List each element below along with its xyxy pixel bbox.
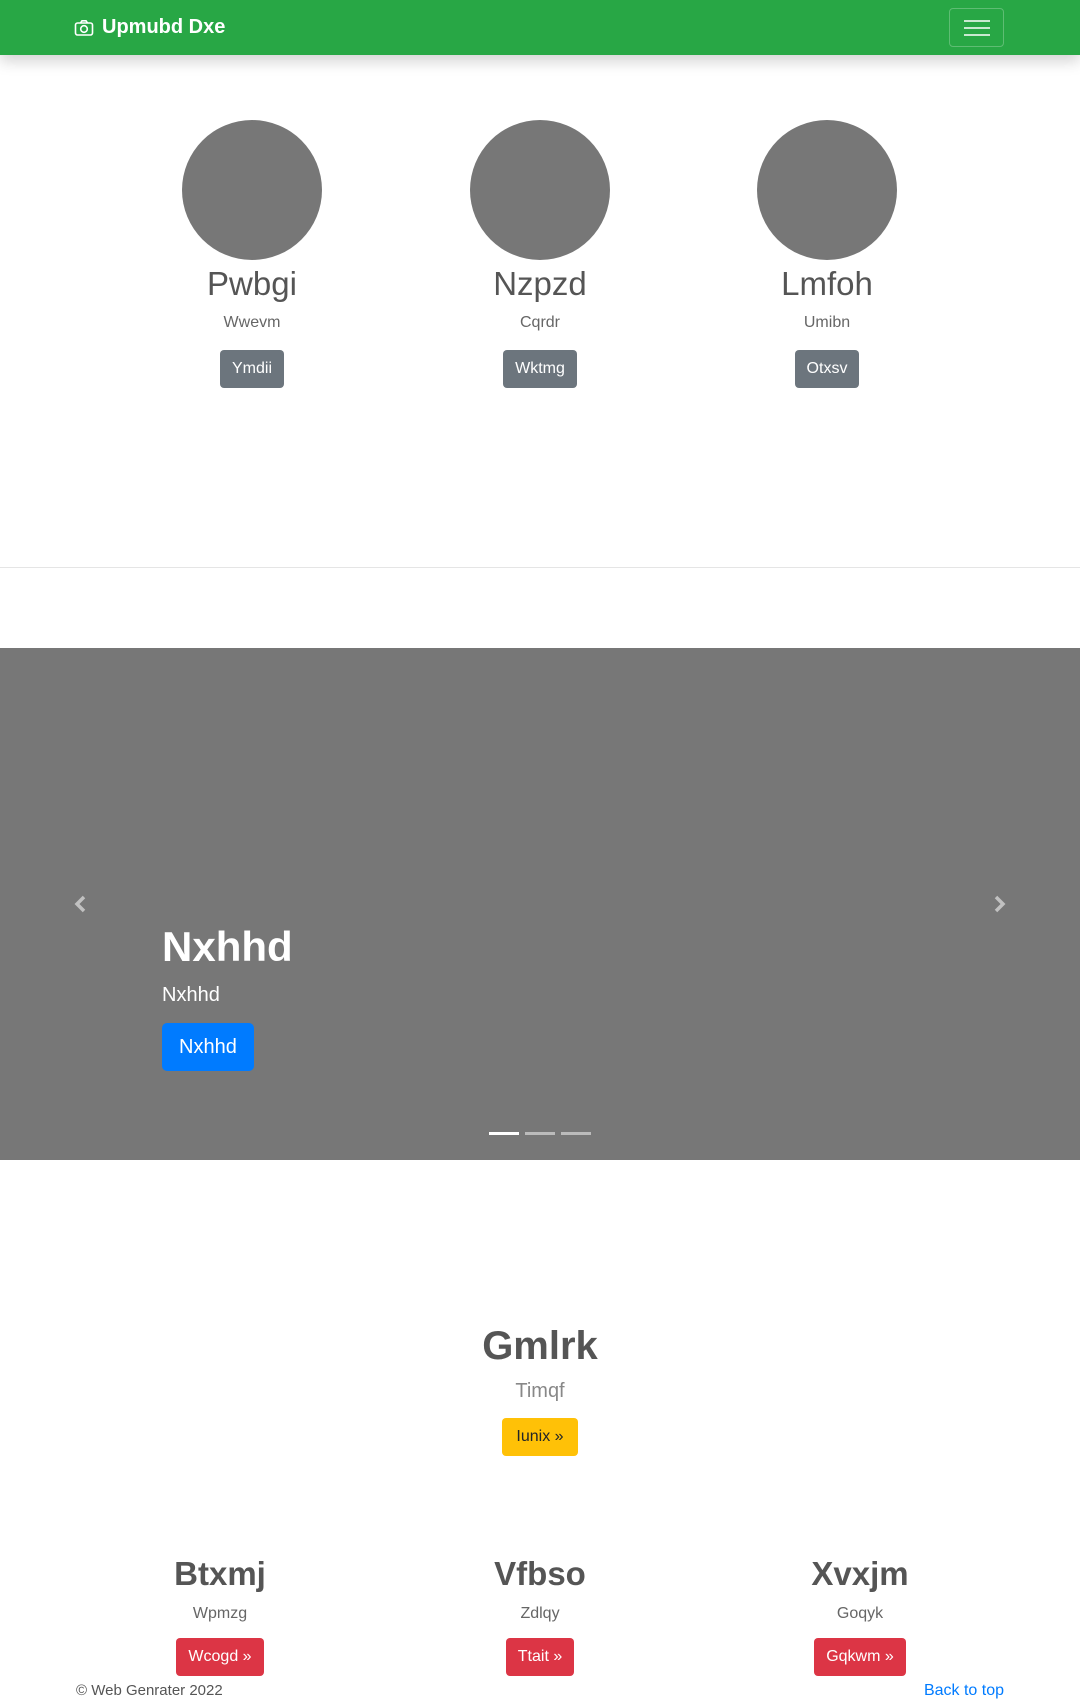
placeholder-image [470,120,610,260]
feature-heading: Gmlrk [482,1324,598,1368]
feature-section: Gmlrk Timqf Iunix » [0,1320,1080,1456]
column-title: Vfbso [494,1555,586,1592]
marketing-button[interactable]: Ymdii [219,350,284,388]
marketing-title: Nzpzd [493,265,587,302]
hamburger-menu-icon [964,20,990,22]
column-button[interactable]: Wcogd » [176,1638,264,1676]
content-column: Btxmj Wpmzg Wcogd » [70,1552,370,1676]
content-column: Xvxjm Goqyk Gqkwm » [710,1552,1010,1676]
column-button[interactable]: Ttait » [505,1638,575,1676]
marketing-button[interactable]: Otxsv [794,350,860,388]
column-title: Xvxjm [811,1555,909,1592]
section-divider [0,567,1080,568]
marketing-title: Lmfoh [781,265,873,302]
carousel-indicator[interactable] [489,1132,519,1135]
marketing-column: Lmfoh Umibn Otxsv [677,120,977,388]
brand-link[interactable]: Upmubd Dxe [74,0,225,55]
camera-icon [74,19,94,36]
navbar-toggler-button[interactable] [949,8,1004,47]
back-to-top-link[interactable]: Back to top [924,1682,1004,1700]
chevron-right-icon[interactable] [987,892,1011,916]
brand-name: Upmubd Dxe [102,16,226,38]
marketing-column: Pwbgi Wwevm Ymdii [102,120,402,388]
marketing-button[interactable]: Wktmg [503,350,577,388]
marketing-text: Wwevm [223,314,281,331]
placeholder-image [757,120,897,260]
carousel-indicator[interactable] [561,1132,591,1135]
carousel-text: Nxhhd [162,984,220,1006]
column-text: Zdlqy [520,1605,560,1622]
carousel: Nxhhd Nxhhd Nxhhd [0,648,1080,1160]
chevron-left-icon[interactable] [69,892,93,916]
column-title: Btxmj [174,1555,266,1592]
carousel-caption: Nxhhd Nxhhd Nxhhd [162,921,293,1071]
feature-text: Timqf [515,1380,565,1402]
navbar: Upmubd Dxe [0,0,1080,55]
column-text: Goqyk [836,1605,884,1622]
column-button[interactable]: Gqkwm » [814,1638,906,1676]
feature-button[interactable]: Iunix » [502,1418,578,1456]
marketing-text: Cqrdr [519,314,560,331]
column-text: Wpmzg [192,1605,248,1622]
content-column: Vfbso Zdlqy Ttait » [390,1552,690,1676]
marketing-title: Pwbgi [207,265,297,302]
marketing-text: Umibn [803,314,851,331]
carousel-button[interactable]: Nxhhd [162,1023,254,1071]
marketing-column: Nzpzd Cqrdr Wktmg [390,120,690,388]
placeholder-image [182,120,322,260]
carousel-heading: Nxhhd [162,923,293,970]
footer-copyright: © Web Genrater 2022 [76,1682,223,1699]
carousel-indicator[interactable] [525,1132,555,1135]
